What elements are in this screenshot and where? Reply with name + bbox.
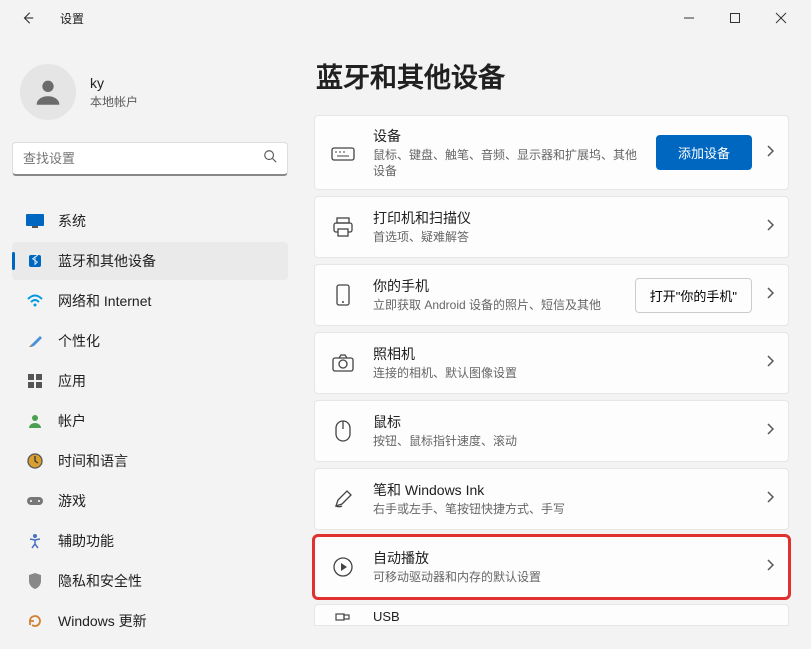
maximize-icon (729, 12, 741, 24)
card-title: 自动播放 (373, 548, 750, 568)
nav-label: 应用 (58, 371, 86, 391)
card-title: 笔和 Windows Ink (373, 480, 750, 500)
sidebar-nav: 系统 蓝牙和其他设备 网络和 Internet 个性化 应用 (12, 202, 288, 640)
account-icon (26, 412, 44, 430)
nav-system[interactable]: 系统 (12, 202, 288, 240)
card-subtitle: 可移动驱动器和内存的默认设置 (373, 570, 750, 586)
card-subtitle: 右手或左手、笔按钮快捷方式、手写 (373, 502, 750, 518)
nav-label: 个性化 (58, 331, 100, 351)
card-camera[interactable]: 照相机 连接的相机、默认图像设置 (314, 332, 789, 394)
close-icon (775, 12, 787, 24)
arrow-left-icon (21, 11, 35, 25)
shield-icon (26, 572, 44, 590)
chevron-right-icon (766, 558, 774, 576)
autoplay-icon (329, 553, 357, 581)
nav-label: 蓝牙和其他设备 (58, 251, 156, 271)
clock-globe-icon (26, 452, 44, 470)
minimize-button[interactable] (673, 4, 705, 32)
chevron-right-icon (766, 490, 774, 508)
card-title: 照相机 (373, 344, 750, 364)
card-subtitle: 连接的相机、默认图像设置 (373, 366, 750, 382)
close-button[interactable] (765, 4, 797, 32)
card-mouse[interactable]: 鼠标 按钮、鼠标指针速度、滚动 (314, 400, 789, 462)
nav-accounts[interactable]: 帐户 (12, 402, 288, 440)
user-account-type: 本地帐户 (90, 93, 138, 110)
nav-label: 帐户 (58, 411, 86, 431)
card-subtitle: 立即获取 Android 设备的照片、短信及其他 (373, 298, 619, 314)
nav-label: 辅助功能 (58, 531, 114, 551)
search-icon (263, 149, 277, 168)
maximize-button[interactable] (719, 4, 751, 32)
mouse-icon (329, 417, 357, 445)
search-box[interactable] (12, 142, 288, 176)
nav-gaming[interactable]: 游戏 (12, 482, 288, 520)
user-name: ky (90, 75, 138, 91)
add-device-button[interactable]: 添加设备 (656, 135, 752, 170)
user-profile[interactable]: ky 本地帐户 (12, 48, 288, 138)
card-phone[interactable]: 你的手机 立即获取 Android 设备的照片、短信及其他 打开"你的手机" (314, 264, 789, 326)
card-title: USB (373, 609, 400, 624)
nav-network[interactable]: 网络和 Internet (12, 282, 288, 320)
card-autoplay[interactable]: 自动播放 可移动驱动器和内存的默认设置 (314, 536, 789, 598)
search-input[interactable] (23, 151, 263, 166)
chevron-right-icon (766, 218, 774, 236)
open-phone-button[interactable]: 打开"你的手机" (635, 278, 752, 313)
chevron-right-icon (766, 144, 774, 162)
usb-icon (329, 603, 357, 631)
main-content: 蓝牙和其他设备 设备 鼠标、键盘、触笔、音频、显示器和扩展坞、其他设备 添加设备 (300, 36, 811, 649)
nav-time-language[interactable]: 时间和语言 (12, 442, 288, 480)
chevron-right-icon (766, 354, 774, 372)
card-title: 打印机和扫描仪 (373, 208, 750, 228)
printer-icon (329, 213, 357, 241)
monitor-icon (26, 212, 44, 230)
phone-icon (329, 281, 357, 309)
pen-icon (329, 485, 357, 513)
nav-label: Windows 更新 (58, 611, 147, 631)
card-title: 鼠标 (373, 412, 750, 432)
bluetooth-icon (26, 252, 44, 270)
avatar (20, 64, 76, 120)
keyboard-icon (329, 139, 357, 167)
back-button[interactable] (14, 4, 42, 32)
nav-label: 时间和语言 (58, 451, 128, 471)
wifi-icon (26, 292, 44, 310)
nav-label: 游戏 (58, 491, 86, 511)
gamepad-icon (26, 492, 44, 510)
nav-personalization[interactable]: 个性化 (12, 322, 288, 360)
nav-label: 系统 (58, 211, 86, 231)
sidebar: ky 本地帐户 系统 蓝牙和其他设备 (0, 36, 300, 649)
accessibility-icon (26, 532, 44, 550)
card-printers[interactable]: 打印机和扫描仪 首选项、疑难解答 (314, 196, 789, 258)
nav-bluetooth[interactable]: 蓝牙和其他设备 (12, 242, 288, 280)
nav-privacy[interactable]: 隐私和安全性 (12, 562, 288, 600)
nav-windows-update[interactable]: Windows 更新 (12, 602, 288, 640)
update-icon (26, 612, 44, 630)
card-subtitle: 鼠标、键盘、触笔、音频、显示器和扩展坞、其他设备 (373, 148, 640, 179)
nav-label: 网络和 Internet (58, 291, 151, 311)
page-title: 蓝牙和其他设备 (316, 56, 789, 95)
chevron-right-icon (766, 422, 774, 440)
nav-accessibility[interactable]: 辅助功能 (12, 522, 288, 560)
camera-icon (329, 349, 357, 377)
card-title: 设备 (373, 126, 640, 146)
card-subtitle: 按钮、鼠标指针速度、滚动 (373, 434, 750, 450)
card-devices[interactable]: 设备 鼠标、键盘、触笔、音频、显示器和扩展坞、其他设备 添加设备 (314, 115, 789, 190)
nav-label: 隐私和安全性 (58, 571, 142, 591)
window-title: 设置 (60, 10, 84, 27)
nav-apps[interactable]: 应用 (12, 362, 288, 400)
apps-icon (26, 372, 44, 390)
card-usb[interactable]: USB (314, 604, 789, 626)
chevron-right-icon (766, 286, 774, 304)
minimize-icon (683, 12, 695, 24)
card-title: 你的手机 (373, 276, 619, 296)
paintbrush-icon (26, 332, 44, 350)
card-subtitle: 首选项、疑难解答 (373, 230, 750, 246)
card-pen[interactable]: 笔和 Windows Ink 右手或左手、笔按钮快捷方式、手写 (314, 468, 789, 530)
person-icon (31, 75, 65, 109)
titlebar: 设置 (0, 0, 811, 36)
